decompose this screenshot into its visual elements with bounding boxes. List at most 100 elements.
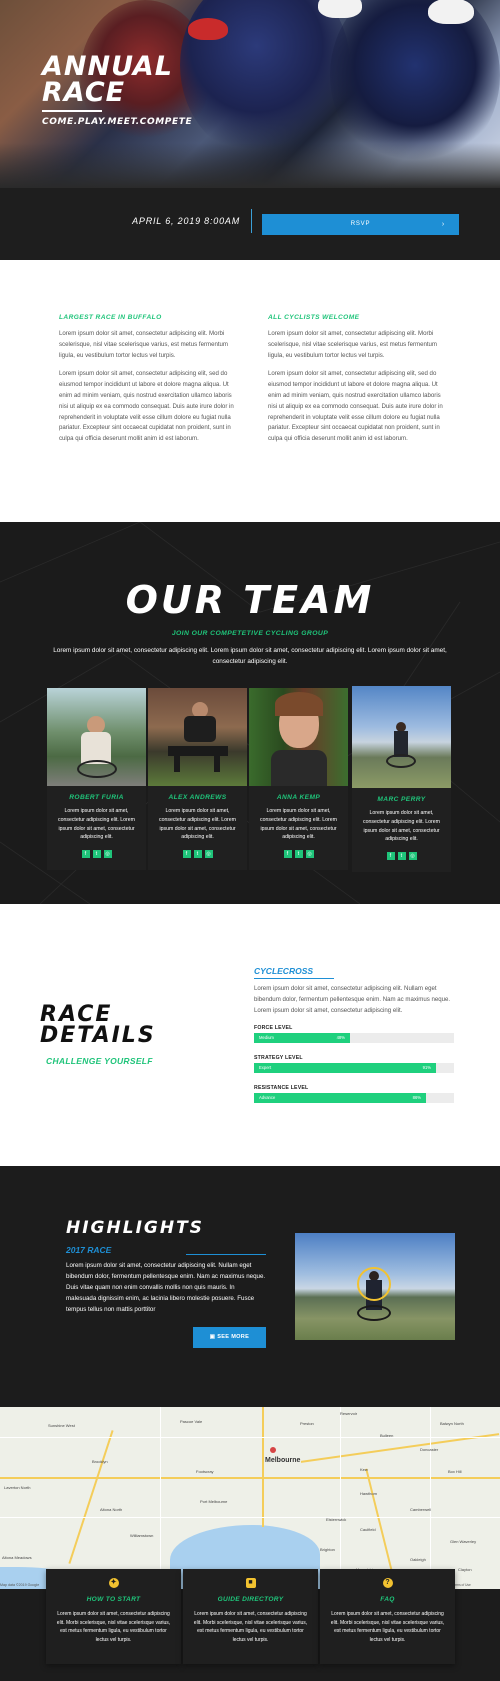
social-links: f t ◎ xyxy=(148,850,247,859)
rsvp-button[interactable]: RSVP › xyxy=(262,214,459,235)
progress-percent: 86% xyxy=(412,1095,421,1100)
hero-title-line: RACE xyxy=(42,77,126,108)
bar-label: STRATEGY LEVEL xyxy=(254,1055,303,1061)
team-photo xyxy=(352,686,451,788)
team-subtitle: JOIN OUR COMPETETIVE CYCLING GROUP xyxy=(171,630,329,637)
map-city-label: Melbourne xyxy=(265,1457,301,1464)
map-pin-icon[interactable] xyxy=(270,1447,276,1453)
street xyxy=(430,1407,431,1589)
intro-heading: ALL CYCLISTS WELCOME xyxy=(268,314,360,321)
map-attribution: Map data ©2019 Google xyxy=(0,1583,40,1587)
facebook-icon[interactable]: f xyxy=(182,850,191,859)
question-icon: ? xyxy=(382,1578,393,1588)
map-label: Pascoe Vale xyxy=(180,1419,203,1424)
intro-paragraph: Lorem ipsum dolor sit amet, consectetur … xyxy=(59,370,234,443)
info-card-text: Lorem ipsum dolor sit amet, consectetur … xyxy=(330,1611,445,1643)
race-details-section: RACE DETAILS CHALLENGE YOURSELF CYCLECRO… xyxy=(0,904,500,1166)
member-bio: Lorem ipsum dolor sit amet, consectetur … xyxy=(260,808,337,841)
map-label: Brighton xyxy=(320,1547,335,1552)
street xyxy=(340,1407,341,1589)
event-date: APRIL 6, 2019 8:00AM xyxy=(132,216,240,226)
progress-bar: Expert 91% xyxy=(254,1063,454,1073)
map-label: Sunshine West xyxy=(48,1423,75,1428)
progress-fill: Medium 48% xyxy=(254,1033,350,1043)
facebook-icon[interactable]: f xyxy=(283,850,292,859)
highlights-description: Lorem ipsum dolor sit amet, consectetur … xyxy=(66,1262,266,1313)
cyclecross-title: CYCLECROSS xyxy=(254,966,314,976)
helmet-shape xyxy=(188,18,228,40)
facebook-icon[interactable]: f xyxy=(386,852,395,861)
see-more-label: SEE MORE xyxy=(217,1334,250,1340)
highlights-subtitle: 2017 RACE xyxy=(66,1245,112,1255)
map-label: Box Hill xyxy=(448,1469,462,1474)
team-description: Lorem ipsum dolor sit amet, consectetur … xyxy=(53,647,447,665)
map-label: Camberwell xyxy=(410,1507,432,1512)
race-details-title-line: RACE xyxy=(40,1002,113,1027)
map-label: Glen Waverley xyxy=(450,1539,477,1544)
instagram-icon[interactable]: ◎ xyxy=(408,852,417,861)
location-map[interactable]: Melbourne Sunshine West Pascoe Vale Pres… xyxy=(0,1407,500,1589)
social-links: f t ◎ xyxy=(249,850,348,859)
hero-subtitle: COME.PLAY.MEET.COMPETE xyxy=(42,117,193,127)
cyclecross-underline xyxy=(254,978,334,979)
intro-section: LARGEST RACE IN BUFFALO Lorem ipsum dolo… xyxy=(0,260,500,522)
map-label: Balwyn North xyxy=(440,1421,464,1426)
street xyxy=(160,1407,161,1589)
team-photo xyxy=(47,688,146,786)
play-icon[interactable] xyxy=(357,1267,391,1301)
race-details-title: RACE DETAILS xyxy=(40,1002,156,1047)
map-label: Laverton North xyxy=(4,1485,31,1490)
map-label: Williamstown xyxy=(130,1533,154,1538)
map-label: Reservoir xyxy=(340,1411,358,1416)
map-label: Preston xyxy=(300,1421,314,1426)
info-card-guide-directory: ■ GUIDE DIRECTORY Lorem ipsum dolor sit … xyxy=(183,1569,318,1664)
info-card-text: Lorem ipsum dolor sit amet, consectetur … xyxy=(56,1611,171,1643)
member-bio: Lorem ipsum dolor sit amet, consectetur … xyxy=(363,810,440,843)
progress-fill: Expert 91% xyxy=(254,1063,436,1073)
team-card-anna-kemp: ANNA KEMP Lorem ipsum dolor sit amet, co… xyxy=(249,688,348,870)
info-card-title[interactable]: GUIDE DIRECTORY xyxy=(183,1596,318,1603)
twitter-icon[interactable]: t xyxy=(193,850,202,859)
progress-percent: 91% xyxy=(422,1065,431,1070)
social-links: f t ◎ xyxy=(352,852,451,861)
info-card-title[interactable]: FAQ xyxy=(320,1596,455,1603)
see-more-button[interactable]: ▣ SEE MORE xyxy=(193,1327,266,1348)
progress-fill: Advance 86% xyxy=(254,1093,426,1103)
intro-paragraph: Lorem ipsum dolor sit amet, consectetur … xyxy=(59,330,229,359)
intro-heading: LARGEST RACE IN BUFFALO xyxy=(59,314,162,321)
progress-level: Medium xyxy=(259,1035,274,1040)
map-label: Elsternwick xyxy=(326,1517,347,1522)
intro-column-right: ALL CYCLISTS WELCOME Lorem ipsum dolor s… xyxy=(268,314,446,453)
info-card-title[interactable]: HOW TO START xyxy=(46,1596,181,1603)
hero-title: ANNUAL RACE xyxy=(42,53,173,108)
progress-level: Advance xyxy=(259,1095,276,1100)
hero-banner: ANNUAL RACE COME.PLAY.MEET.COMPETE xyxy=(0,0,500,188)
hero-divider xyxy=(42,110,102,112)
twitter-icon[interactable]: t xyxy=(92,850,101,859)
instagram-icon[interactable]: ◎ xyxy=(305,850,314,859)
member-name: ROBERT FURIA xyxy=(69,794,124,801)
map-label: Oakleigh xyxy=(410,1557,426,1562)
team-card-marc-perry: MARC PERRY Lorem ipsum dolor sit amet, c… xyxy=(352,686,451,872)
member-name: ANNA KEMP xyxy=(276,794,321,801)
facebook-icon[interactable]: f xyxy=(81,850,90,859)
bar-label: FORCE LEVEL xyxy=(254,1025,293,1031)
helmet-shape xyxy=(318,0,362,18)
twitter-icon[interactable]: t xyxy=(294,850,303,859)
highlights-video-thumbnail[interactable] xyxy=(295,1233,455,1340)
page: ANNUAL RACE COME.PLAY.MEET.COMPETE APRIL… xyxy=(0,0,500,1681)
progress-percent: 48% xyxy=(336,1035,345,1040)
info-card-text: Lorem ipsum dolor sit amet, consectetur … xyxy=(193,1611,308,1643)
highlights-underline xyxy=(186,1254,266,1255)
map-label: Altona North xyxy=(100,1507,123,1512)
highlights-section: HIGHLIGHTS 2017 RACE Lorem ipsum dolor s… xyxy=(0,1166,500,1407)
member-name: MARC PERRY xyxy=(377,796,426,803)
info-card-how-to-start: ✦ HOW TO START Lorem ipsum dolor sit ame… xyxy=(46,1569,181,1664)
team-title: OUR TEAM xyxy=(125,578,375,622)
map-label: Hawthorn xyxy=(360,1491,378,1496)
team-photo xyxy=(249,688,348,786)
instagram-icon[interactable]: ◎ xyxy=(103,850,112,859)
progress-bar: Medium 48% xyxy=(254,1033,454,1043)
instagram-icon[interactable]: ◎ xyxy=(204,850,213,859)
twitter-icon[interactable]: t xyxy=(397,852,406,861)
